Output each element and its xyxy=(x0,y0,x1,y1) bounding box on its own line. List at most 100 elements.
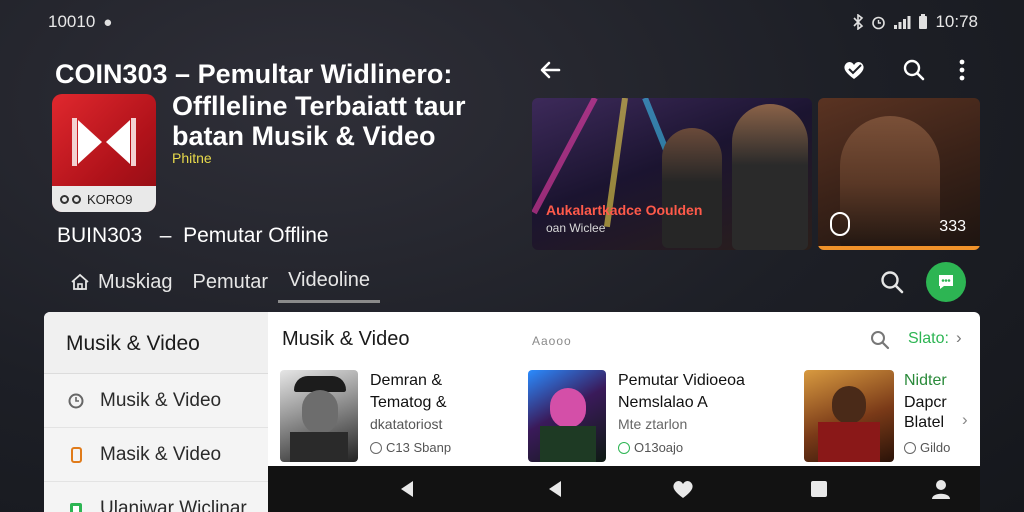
cat-icon: ● xyxy=(103,13,113,31)
card-meta: C13 Sbanp xyxy=(370,440,451,455)
card-meta: O13oajo xyxy=(618,440,683,455)
bottom-nav-bar xyxy=(268,466,980,512)
sidebar-item-music-video[interactable]: Musik & Video xyxy=(44,374,270,428)
face-shape xyxy=(832,386,866,424)
hero-count: 333 xyxy=(939,218,966,235)
chat-icon xyxy=(939,275,953,289)
green-square-icon xyxy=(70,502,82,512)
favorite-button[interactable] xyxy=(838,54,870,86)
tab-player[interactable]: Pemutar xyxy=(182,263,278,302)
status-bar: 10010 ● 10:78 xyxy=(0,0,1024,44)
app-subtitle: BUIN303 – Pemutar Offline xyxy=(57,224,329,248)
app-icon[interactable]: KORO9 xyxy=(52,94,156,212)
carousel-next-chevron-icon[interactable]: › xyxy=(962,410,968,430)
sidebar-item-ulaniwar[interactable]: Ulaniwar Wiclinar xyxy=(44,482,270,512)
tab-label: Pemutar xyxy=(192,270,269,293)
search-icon xyxy=(903,59,925,81)
top-toolbar xyxy=(530,52,980,88)
sidebar-item-label: Ulaniwar Wiclinar xyxy=(100,497,247,512)
thumbnail-woman-neon xyxy=(528,370,606,462)
tab-bar: Muskiag Pemutar Videoline xyxy=(60,261,381,303)
back-triangle-icon xyxy=(401,481,413,497)
card-title-line1: Nidter xyxy=(904,372,947,389)
tab-video[interactable]: Videoline xyxy=(278,261,381,303)
app-title-line2: Offlleline Terbaiatt taur xyxy=(172,91,466,121)
media-card[interactable]: Pemutar Vidioeoa Nemslalao A Mte ztarlon… xyxy=(528,370,788,464)
bluetooth-icon xyxy=(853,14,864,30)
nav-back-button[interactable] xyxy=(392,474,422,504)
app-icon-badge-label: KORO9 xyxy=(87,191,133,207)
battery-icon xyxy=(919,14,928,29)
play-ring-icon xyxy=(830,212,850,236)
status-right: 10:78 xyxy=(852,12,978,32)
hero-person xyxy=(732,104,808,250)
card-line3: Mte ztarlon xyxy=(618,416,688,432)
sidebar-item-label: Musik & Video xyxy=(100,389,222,411)
nav-recents-button[interactable] xyxy=(804,474,834,504)
card-meta-text: C13 Sbanp xyxy=(386,440,452,455)
hero-card-concert[interactable]: Aukalartkadce Ooulden oan Wiclee xyxy=(532,98,812,250)
meta-clock-icon xyxy=(904,441,916,454)
heart-check-icon xyxy=(844,62,864,79)
stage-light xyxy=(532,98,598,215)
alarm-icon xyxy=(872,16,886,29)
play-bowtie-icon xyxy=(72,118,136,166)
tab-music[interactable]: Muskiag xyxy=(60,263,182,302)
clock-icon xyxy=(68,393,84,408)
see-all-link[interactable]: Slato: xyxy=(908,330,949,348)
card-line3: dkatatoriost xyxy=(370,416,443,432)
sidebar: Musik & Video Musik & Video Masik & Vide… xyxy=(44,312,270,512)
hero-subcaption: oan Wiclee xyxy=(546,221,606,235)
face-shape xyxy=(302,390,338,434)
nav-back-button-2[interactable] xyxy=(540,474,570,504)
app-icon-badge: KORO9 xyxy=(52,186,156,212)
app-subtitle-text: Pemutar Offline xyxy=(183,224,329,247)
back-arrow-icon xyxy=(540,61,561,79)
media-card[interactable]: Nidter Dapcr Blatel Gildo xyxy=(804,370,974,464)
status-left: 10010 ● xyxy=(48,12,112,32)
more-vert-icon xyxy=(959,59,965,81)
content-header: Musik & Video xyxy=(282,328,410,350)
chat-fab-button[interactable] xyxy=(926,262,966,302)
search-icon xyxy=(871,331,890,350)
home-icon xyxy=(71,273,89,290)
card-meta-text: Gildo xyxy=(920,440,951,455)
thumbnail-man-hat xyxy=(280,370,358,462)
chevron-right-icon: › xyxy=(956,328,962,347)
back-button[interactable] xyxy=(534,54,566,86)
search-icon xyxy=(881,271,904,294)
phone-icon xyxy=(71,446,82,463)
nav-profile-button[interactable] xyxy=(926,474,956,504)
tab-label: Videoline xyxy=(288,269,371,291)
status-left-text: 10010 xyxy=(48,12,96,31)
app-subtitle-sep: – xyxy=(159,224,172,247)
app-title: COIN303 – Pemultar Widlinero: xyxy=(55,59,453,89)
search-button[interactable] xyxy=(898,54,930,86)
body-shape xyxy=(540,426,596,462)
meta-clock-icon xyxy=(370,441,382,454)
nav-favorites-button[interactable] xyxy=(668,474,698,504)
card-title-line1: Demran & xyxy=(370,372,443,389)
hero-person xyxy=(662,128,722,248)
hero-person xyxy=(840,116,940,250)
app-title-line3: batan Musik & Video xyxy=(172,121,436,151)
person-icon xyxy=(932,480,950,499)
hero-card-earbuds[interactable]: 333 xyxy=(818,98,980,250)
badge-dots-icon xyxy=(60,194,81,204)
body-shape xyxy=(818,422,880,462)
card-title-line2: Dapcr xyxy=(904,394,947,411)
signal-icon xyxy=(894,16,911,29)
hero-caption: Aukalartkadce Ooulden xyxy=(546,202,703,218)
content-search-button[interactable] xyxy=(868,328,892,352)
sidebar-item-masik-video[interactable]: Masik & Video xyxy=(44,428,270,482)
sidebar-item-label: Masik & Video xyxy=(100,443,222,465)
app-tagline: Phitne xyxy=(172,150,212,166)
body-shape xyxy=(290,432,348,462)
square-icon xyxy=(811,481,827,497)
media-card[interactable]: Demran & Tematog & dkatatoriost C13 Sban… xyxy=(280,370,510,464)
app-subtitle-code: BUIN303 xyxy=(57,224,143,247)
more-options-button[interactable] xyxy=(946,54,978,86)
heart-icon xyxy=(673,481,693,498)
card-title-line2: Nemslalao A xyxy=(618,394,708,411)
tabs-search-button[interactable] xyxy=(876,266,908,298)
